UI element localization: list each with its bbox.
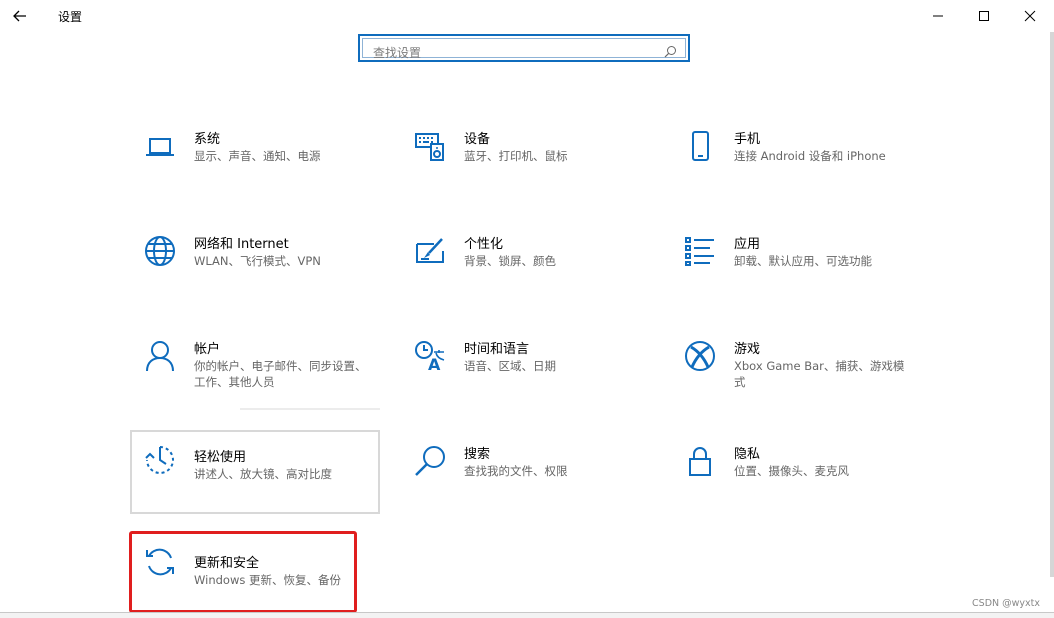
tile-update-security[interactable]: 更新和安全 Windows 更新、恢复、备份 bbox=[129, 531, 357, 613]
tile-description: 卸载、默认应用、可选功能 bbox=[734, 254, 872, 268]
tile-network[interactable]: 网络和 Internet WLAN、飞行模式、VPN bbox=[130, 223, 376, 307]
maximize-button[interactable] bbox=[961, 0, 1007, 32]
tile-title: 手机 bbox=[734, 132, 761, 147]
tile-title: 设备 bbox=[464, 132, 491, 147]
tile-title: 隐私 bbox=[734, 447, 761, 462]
xbox-icon bbox=[685, 341, 715, 371]
tile-description: 讲述人、放大镜、高对比度 bbox=[194, 467, 332, 481]
search-placeholder: 查找设置 bbox=[373, 46, 422, 60]
tile-title: 游戏 bbox=[734, 342, 761, 357]
tile-title: 个性化 bbox=[464, 237, 504, 252]
maximize-icon bbox=[979, 11, 989, 21]
tile-description: 显示、声音、通知、电源 bbox=[194, 149, 321, 163]
sync-icon bbox=[146, 548, 174, 576]
tile-title: 搜索 bbox=[464, 447, 491, 462]
back-arrow-icon bbox=[13, 10, 26, 22]
tile-description: Xbox Game Bar、捕获、游戏模式 bbox=[734, 359, 905, 389]
tile-personalization[interactable]: 个性化 背景、锁屏、颜色 bbox=[400, 223, 646, 307]
search-magnifier-icon bbox=[415, 446, 445, 476]
person-icon bbox=[146, 341, 174, 372]
tile-description: 语音、区域、日期 bbox=[464, 359, 556, 373]
minimize-icon bbox=[933, 15, 943, 17]
tile-description: 你的帐户、电子邮件、同步设置、工作、其他人员 bbox=[194, 359, 367, 389]
tile-phone[interactable]: 手机 连接 Android 设备和 iPhone bbox=[670, 118, 916, 202]
tile-title: 系统 bbox=[194, 132, 221, 147]
search-icon bbox=[664, 46, 676, 58]
bottom-edge bbox=[0, 612, 1054, 618]
tile-search[interactable]: 搜索 查找我的文件、权限 bbox=[400, 433, 646, 517]
paint-brush-icon bbox=[416, 238, 444, 263]
watermark: CSDN @wyxtx bbox=[972, 598, 1040, 609]
title-bar: 设置 bbox=[0, 0, 1054, 32]
laptop-icon bbox=[146, 138, 174, 156]
tile-description: WLAN、飞行模式、VPN bbox=[194, 254, 321, 268]
tile-description: 蓝牙、打印机、鼠标 bbox=[464, 149, 568, 163]
tile-description: 位置、摄像头、麦克风 bbox=[734, 464, 849, 478]
apps-list-icon bbox=[685, 237, 714, 266]
tile-ease-of-access[interactable]: 轻松使用 讲述人、放大镜、高对比度 bbox=[130, 430, 380, 514]
phone-icon bbox=[692, 131, 709, 161]
tile-description: 背景、锁屏、颜色 bbox=[464, 254, 556, 268]
tile-apps[interactable]: 应用 卸载、默认应用、可选功能 bbox=[670, 223, 916, 307]
globe-icon bbox=[145, 236, 175, 266]
scrollbar[interactable] bbox=[1050, 32, 1054, 577]
tile-privacy[interactable]: 隐私 位置、摄像头、麦克风 bbox=[670, 433, 916, 517]
lock-icon bbox=[689, 447, 711, 476]
minimize-button[interactable] bbox=[915, 0, 961, 32]
close-icon bbox=[1024, 10, 1036, 22]
tile-description: 查找我的文件、权限 bbox=[464, 464, 568, 478]
divider bbox=[240, 408, 380, 410]
tile-title: 更新和安全 bbox=[194, 556, 260, 571]
tile-devices[interactable]: 设备 蓝牙、打印机、鼠标 bbox=[400, 118, 646, 202]
tile-description: Windows 更新、恢复、备份 bbox=[194, 573, 341, 587]
search-input[interactable]: 查找设置 bbox=[358, 34, 690, 62]
close-button[interactable] bbox=[1007, 0, 1053, 32]
tile-title: 轻松使用 bbox=[194, 450, 247, 465]
time-language-icon: A bbox=[415, 341, 445, 372]
tile-title: 网络和 Internet bbox=[194, 237, 289, 252]
back-button[interactable] bbox=[6, 4, 34, 28]
ease-of-access-icon bbox=[145, 446, 174, 474]
tile-time-language[interactable]: A 时间和语言 语音、区域、日期 bbox=[400, 328, 646, 412]
tile-description: 连接 Android 设备和 iPhone bbox=[734, 149, 886, 163]
tile-system[interactable]: 系统 显示、声音、通知、电源 bbox=[130, 118, 376, 202]
tile-title: 应用 bbox=[734, 237, 761, 252]
keyboard-devices-icon bbox=[415, 133, 444, 161]
tile-gaming[interactable]: 游戏 Xbox Game Bar、捕获、游戏模式 bbox=[670, 328, 916, 412]
tile-title: 帐户 bbox=[194, 342, 221, 357]
window-title: 设置 bbox=[58, 10, 83, 24]
tile-accounts[interactable]: 帐户 你的帐户、电子邮件、同步设置、工作、其他人员 bbox=[130, 328, 376, 412]
tile-title: 时间和语言 bbox=[464, 342, 530, 357]
